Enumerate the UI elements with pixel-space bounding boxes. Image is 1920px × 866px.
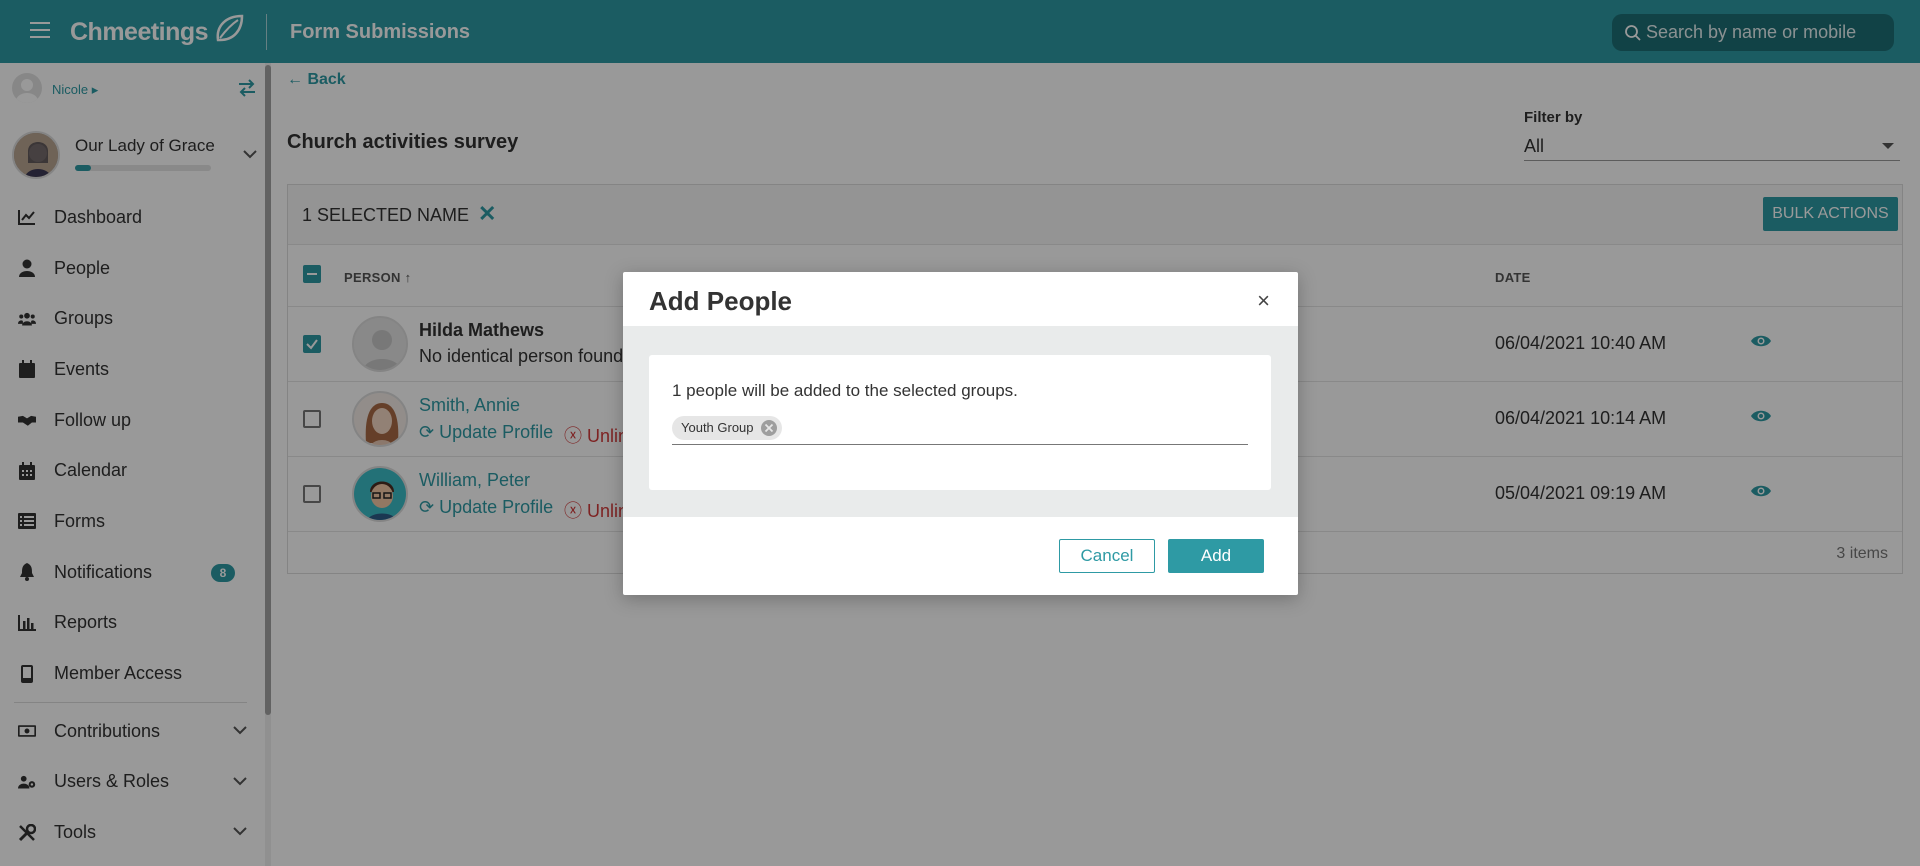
- dialog-header: Add People ×: [623, 272, 1298, 326]
- dialog-title: Add People: [649, 286, 793, 316]
- close-icon[interactable]: ×: [1257, 288, 1270, 314]
- add-button[interactable]: Add: [1168, 539, 1264, 573]
- remove-chip-icon[interactable]: [760, 419, 778, 437]
- chip-label: Youth Group: [681, 420, 754, 435]
- add-people-dialog: Add People × 1 people will be added to t…: [623, 272, 1298, 595]
- group-chip: Youth Group: [672, 416, 782, 440]
- cancel-button[interactable]: Cancel: [1059, 539, 1155, 573]
- dialog-message: 1 people will be added to the selected g…: [672, 381, 1018, 400]
- dialog-panel: 1 people will be added to the selected g…: [649, 355, 1271, 490]
- dialog-body: 1 people will be added to the selected g…: [623, 326, 1298, 517]
- groups-chip-input[interactable]: Youth Group: [672, 413, 1248, 445]
